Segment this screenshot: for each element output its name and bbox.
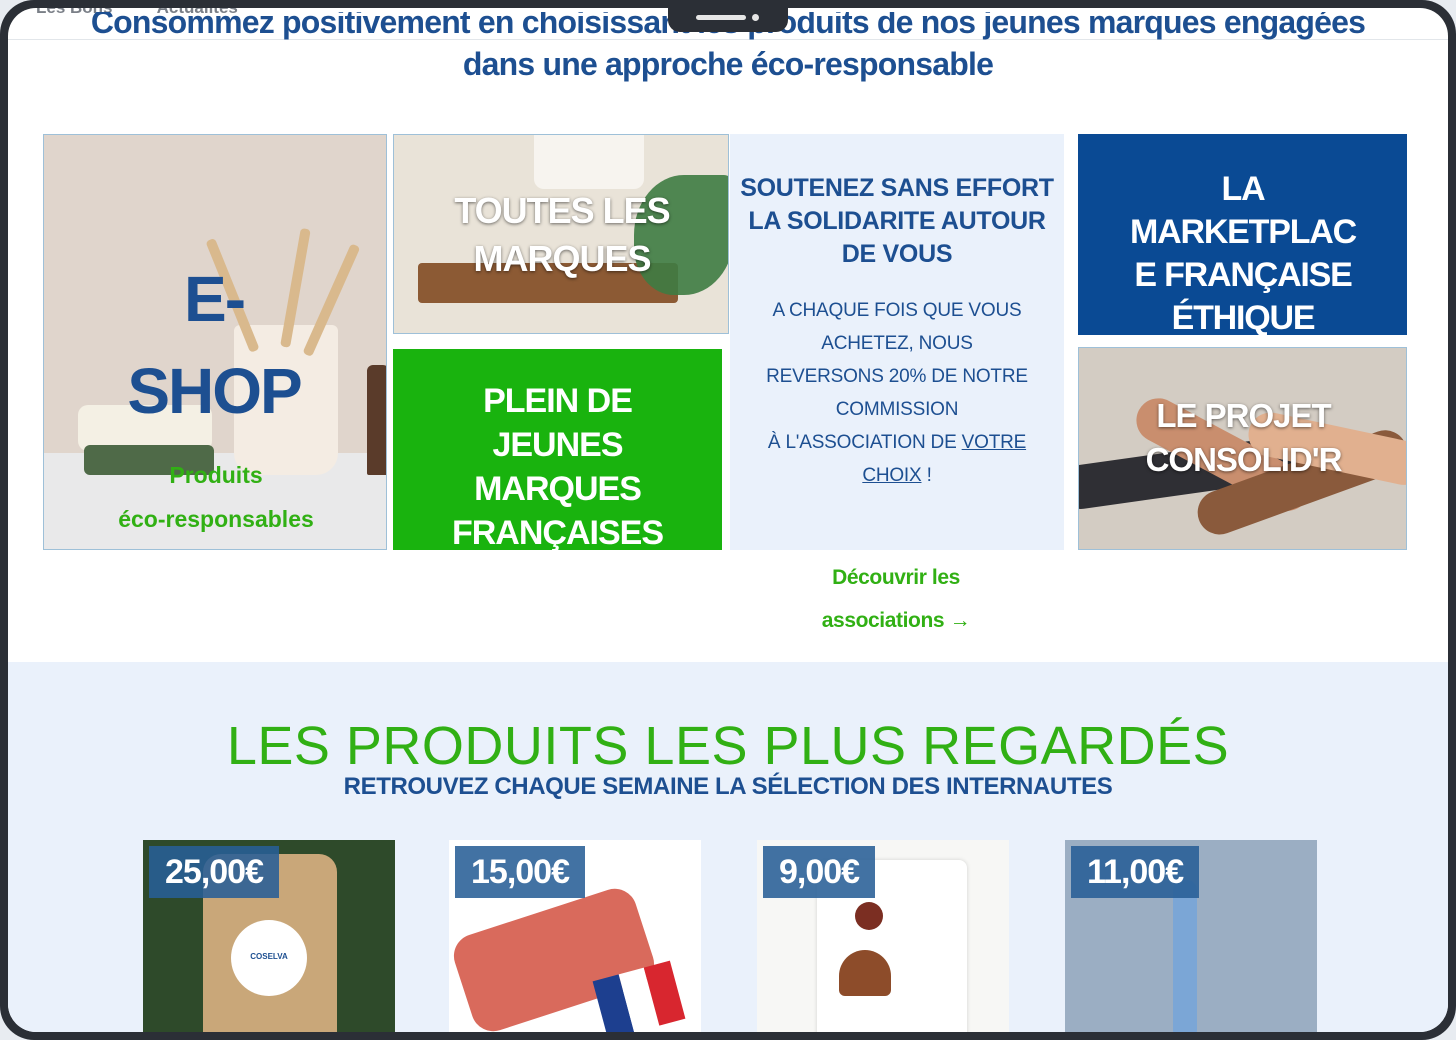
young-brands-label-line: PLEIN DE	[483, 382, 633, 420]
eshop-title-line: E-	[184, 263, 246, 335]
project-tile[interactable]: LE PROJET CONSOLID'R	[1078, 347, 1407, 550]
eshop-subtitle-line: Produits	[169, 462, 263, 488]
price-badge: 11,00€	[1071, 846, 1200, 898]
eshop-tile[interactable]: E- SHOP Produits éco-responsables	[43, 134, 387, 550]
speaker-grille	[696, 15, 746, 20]
browser-viewport: Les Bons Actualités Consommez positiveme…	[8, 8, 1448, 1032]
young-brands-label-line: MARQUES	[474, 470, 642, 508]
solidarity-text-line: ACHETEZ, NOUS	[821, 333, 973, 354]
marketplace-label-line: ÉTHIQUE	[1171, 299, 1316, 335]
young-brands-label: PLEIN DE JEUNES MARQUES FRANÇAISES	[393, 379, 722, 550]
price-badge: 9,00€	[763, 846, 876, 898]
your-choice-link[interactable]: CHOIX	[862, 465, 921, 486]
solidarity-text-line: A CHAQUE FOIS QUE VOUS	[772, 300, 1022, 321]
product-card[interactable]: COSELVA 25,00€	[143, 840, 395, 1032]
discover-link-line: associations →	[806, 599, 986, 642]
swab-product-image	[1173, 880, 1197, 1032]
eshop-title-line: SHOP	[127, 355, 302, 427]
project-label-line: LE PROJET	[1156, 397, 1331, 434]
discover-link-line: Découvrir les	[832, 566, 960, 589]
arrow-right-icon: →	[949, 609, 971, 632]
price-badge: 15,00€	[455, 846, 585, 898]
marketplace-label-line: E FRANÇAISE	[1134, 256, 1352, 294]
towel-image	[534, 135, 644, 189]
solidarity-text-fragment: À L'ASSOCIATION DE	[767, 432, 962, 453]
solidarity-text-fragment: !	[921, 465, 932, 486]
headline-line-2: dans une approche éco-responsable	[462, 46, 994, 82]
discover-link-text: associations	[821, 609, 945, 632]
product-card[interactable]: 9,00€	[757, 840, 1009, 1032]
device-notch	[668, 0, 788, 32]
marketplace-label-line: LA	[1221, 170, 1266, 208]
muffin-image	[839, 950, 891, 996]
project-label-line: CONSOLID'R	[1145, 441, 1343, 478]
solidarity-heading-line: SOUTENEZ SANS EFFORT	[740, 174, 1054, 202]
section-subtitle: RETROUVEZ CHAQUE SEMAINE LA SÉLECTION DE…	[343, 773, 1113, 800]
brand-logo-text: COSELVA	[250, 952, 288, 961]
solidarity-heading-line: LA SOLIDARITE AUTOUR	[748, 207, 1046, 235]
product-card[interactable]: 15,00€	[449, 840, 701, 1032]
solidarity-text-line: CHOIX !	[750, 459, 1044, 492]
eshop-title: E- SHOP	[104, 253, 324, 437]
camera-dot	[752, 14, 759, 21]
bottle-image	[367, 365, 386, 475]
solidarity-heading: SOUTENEZ SANS EFFORT LA SOLIDARITE AUTOU…	[730, 172, 1064, 271]
all-brands-label-line: TOUTES LES	[454, 190, 670, 231]
device-frame: Les Bons Actualités Consommez positiveme…	[0, 0, 1456, 1040]
project-label: LE PROJET CONSOLID'R	[1079, 394, 1406, 482]
marketplace-label-line: MARKETPLAC	[1130, 213, 1357, 251]
eshop-subtitle-line: éco-responsables	[118, 506, 314, 532]
brand-badge	[855, 902, 883, 930]
product-card[interactable]: 11,00€	[1065, 840, 1317, 1032]
solidarity-text: A CHAQUE FOIS QUE VOUS ACHETEZ, NOUS REV…	[750, 294, 1044, 492]
all-brands-tile[interactable]: TOUTES LES MARQUES	[393, 134, 729, 334]
your-choice-link[interactable]: VOTRE	[962, 432, 1027, 453]
discover-associations-link[interactable]: Découvrir les associations →	[806, 556, 986, 642]
solidarity-text-line: REVERSONS 20% DE NOTRE	[766, 366, 1028, 387]
solidarity-heading-line: DE VOUS	[841, 240, 953, 268]
young-brands-label-line: FRANÇAISES	[451, 514, 664, 550]
solidarity-text-line: À L'ASSOCIATION DE VOTRE	[750, 426, 1044, 459]
young-brands-tile[interactable]: PLEIN DE JEUNES MARQUES FRANÇAISES	[393, 349, 722, 550]
marketplace-label: LA MARKETPLAC E FRANÇAISE ÉTHIQUE	[1118, 168, 1368, 335]
solidarity-text-line: COMMISSION	[835, 399, 959, 420]
young-brands-label-line: JEUNES	[492, 426, 623, 464]
all-brands-label: TOUTES LES MARQUES	[394, 187, 728, 283]
marketplace-tile[interactable]: LA MARKETPLAC E FRANÇAISE ÉTHIQUE	[1078, 134, 1407, 335]
brand-logo: COSELVA	[231, 920, 307, 996]
all-brands-label-line: MARQUES	[473, 238, 651, 279]
section-title: LES PRODUITS LES PLUS REGARDÉS	[226, 716, 1230, 776]
solidarity-panel: SOUTENEZ SANS EFFORT LA SOLIDARITE AUTOU…	[730, 134, 1064, 550]
eshop-subtitle: Produits éco-responsables	[74, 453, 358, 541]
price-badge: 25,00€	[149, 846, 279, 898]
